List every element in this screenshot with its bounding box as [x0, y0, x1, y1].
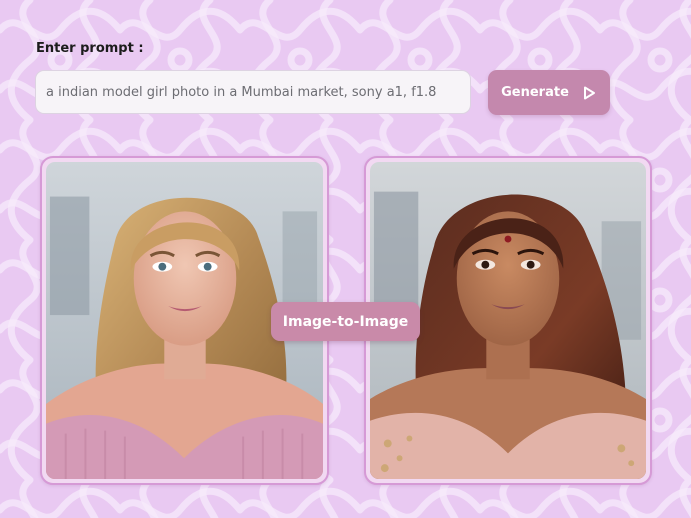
prompt-label: Enter prompt : — [36, 41, 144, 56]
image-to-image-badge: Image-to-Image — [271, 302, 420, 341]
prompt-input[interactable] — [35, 70, 471, 114]
play-icon — [583, 86, 595, 99]
generate-button[interactable]: Generate — [488, 70, 610, 115]
generate-button-label: Generate — [501, 85, 569, 100]
